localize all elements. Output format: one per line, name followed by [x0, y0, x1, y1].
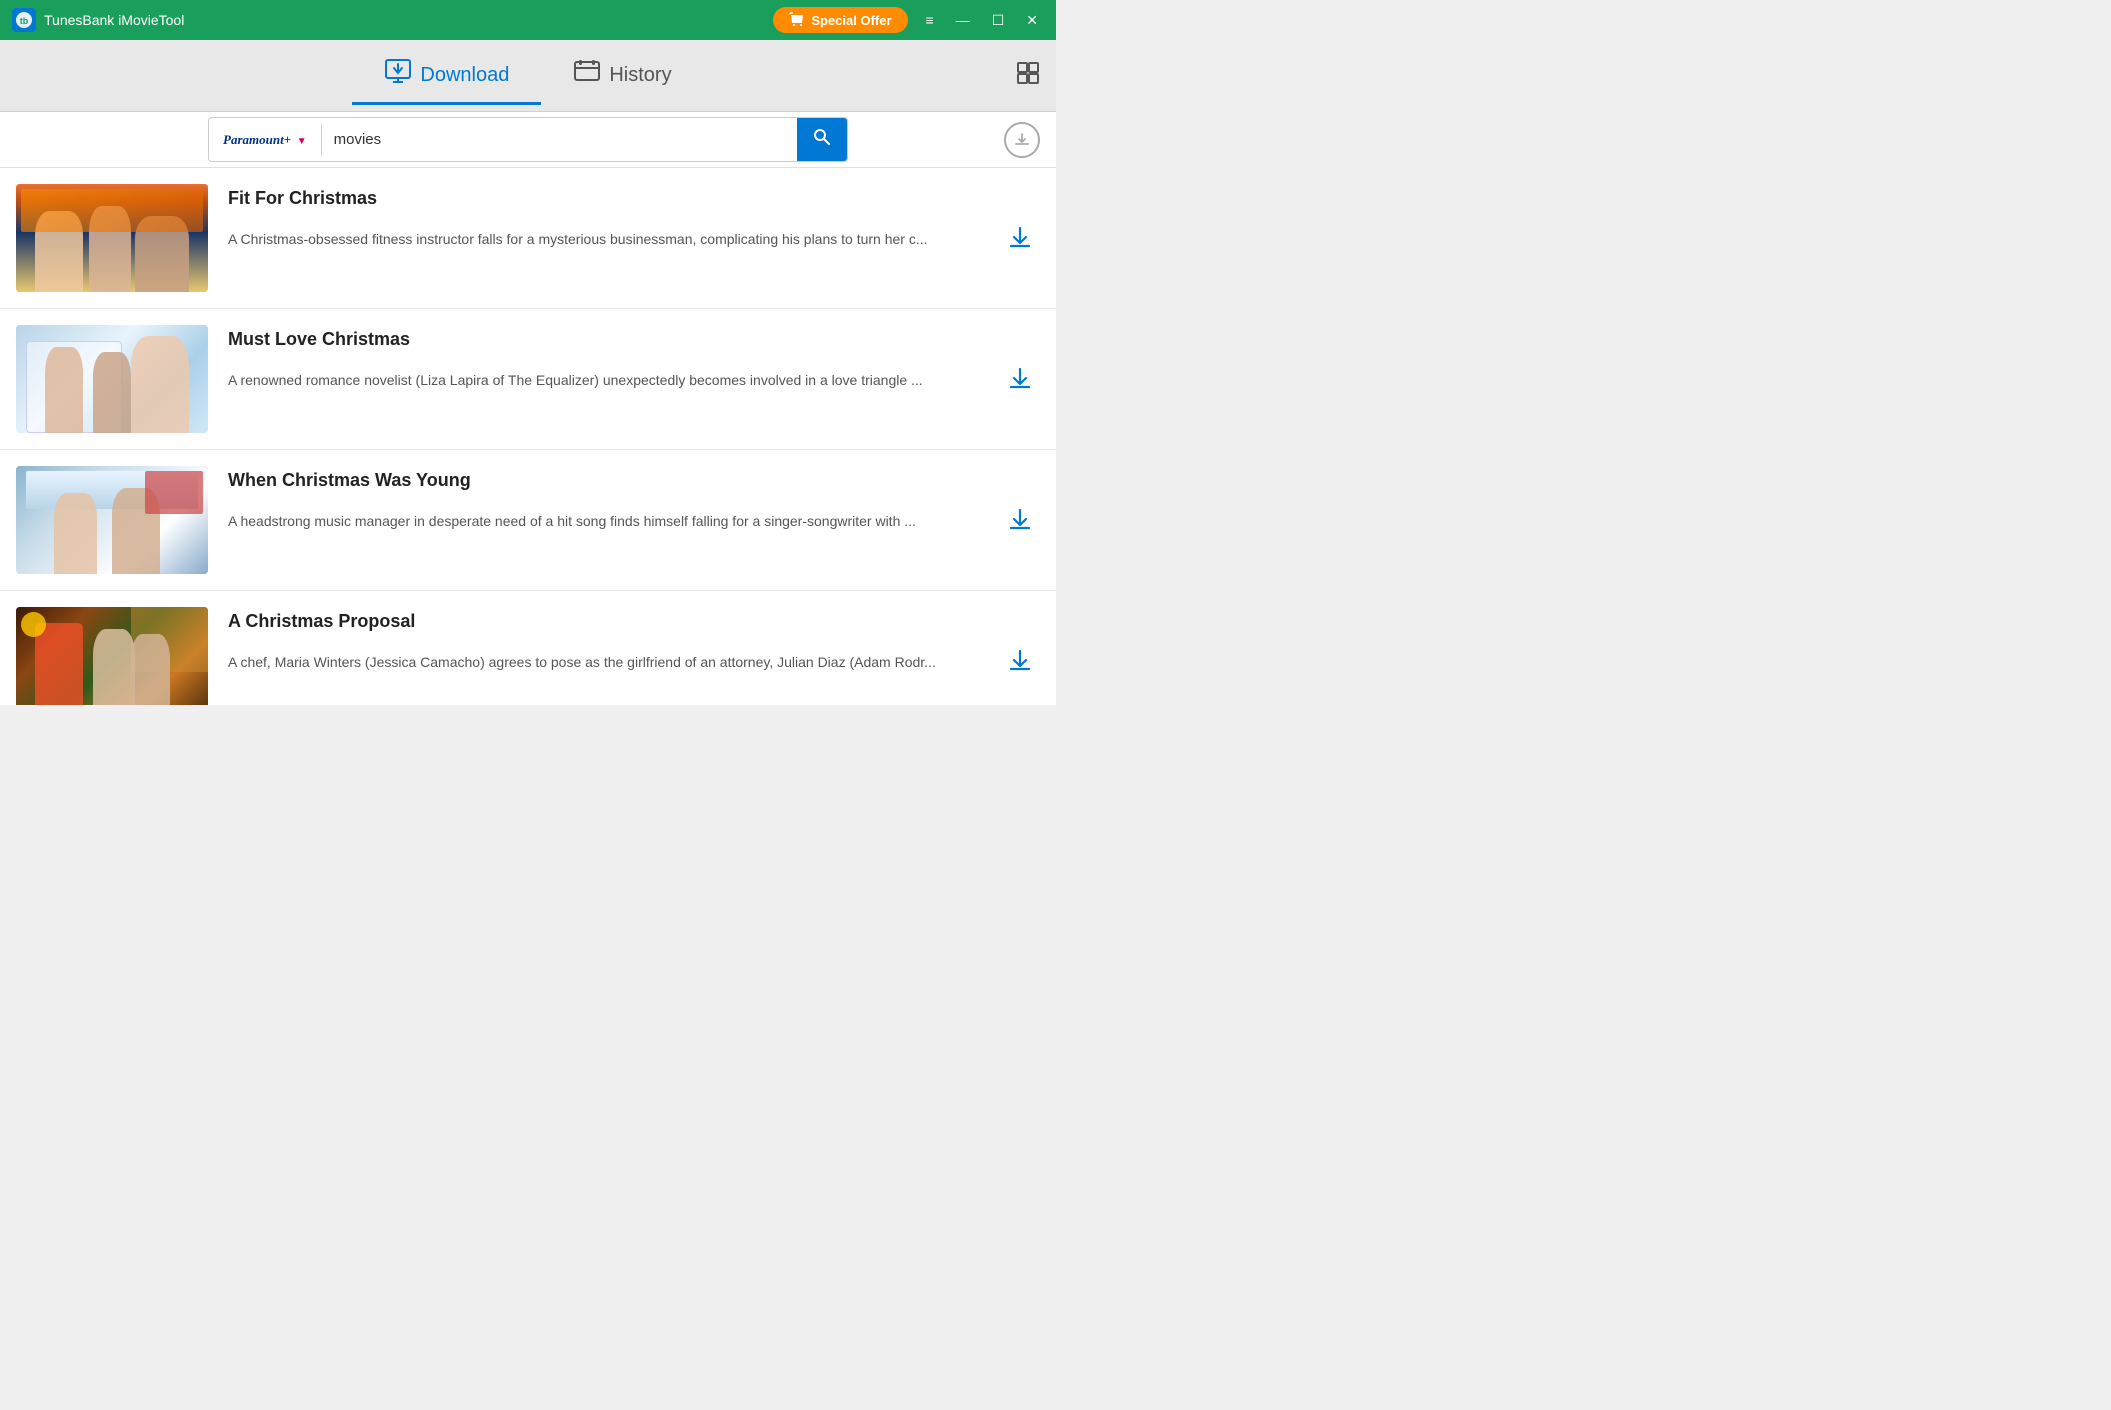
- movie-thumbnail: [16, 466, 208, 574]
- svg-text:tb: tb: [20, 16, 29, 26]
- window-controls: ≡ — ☐ ✕: [920, 10, 1044, 31]
- grid-view-button[interactable]: [1016, 61, 1040, 91]
- minimize-button[interactable]: —: [950, 10, 976, 31]
- download-tab-label: Download: [420, 64, 509, 87]
- search-button[interactable]: [797, 118, 847, 161]
- movie-title: Must Love Christmas: [228, 329, 980, 350]
- platform-selector[interactable]: Paramount+ ▼: [209, 124, 322, 156]
- download-button[interactable]: [1000, 359, 1040, 399]
- tab-history[interactable]: History: [541, 50, 703, 101]
- nav-bar: Download History: [0, 40, 1056, 112]
- movie-description: A renowned romance novelist (Liza Lapira…: [228, 370, 980, 391]
- download-button[interactable]: [1000, 218, 1040, 258]
- movie-item: When Christmas Was Young A headstrong mu…: [0, 450, 1056, 591]
- search-bar: Paramount+ ▼: [0, 112, 1056, 168]
- movie-title: A Christmas Proposal: [228, 611, 980, 632]
- app-title: TunesBank iMovieTool: [44, 12, 773, 28]
- movie-info: A Christmas Proposal A chef, Maria Winte…: [228, 607, 980, 673]
- download-button[interactable]: [1000, 641, 1040, 681]
- movie-description: A Christmas-obsessed fitness instructor …: [228, 229, 980, 250]
- history-tab-icon: [573, 58, 601, 93]
- movie-item: Fit For Christmas A Christmas-obsessed f…: [0, 168, 1056, 309]
- movie-item: A Christmas Proposal A chef, Maria Winte…: [0, 591, 1056, 705]
- movie-info: When Christmas Was Young A headstrong mu…: [228, 466, 980, 532]
- download-button[interactable]: [1000, 500, 1040, 540]
- movie-info: Fit For Christmas A Christmas-obsessed f…: [228, 184, 980, 250]
- download-tab-icon: [384, 58, 412, 93]
- special-offer-button[interactable]: Special Offer: [773, 7, 907, 33]
- movie-thumbnail: [16, 325, 208, 433]
- search-container: Paramount+ ▼: [208, 117, 848, 162]
- movie-description: A headstrong music manager in desperate …: [228, 511, 980, 532]
- download-queue-button[interactable]: [1004, 122, 1040, 158]
- movie-info: Must Love Christmas A renowned romance n…: [228, 325, 980, 391]
- close-button[interactable]: ✕: [1020, 10, 1044, 31]
- platform-dropdown-icon: ▼: [297, 136, 307, 147]
- movie-title: Fit For Christmas: [228, 188, 980, 209]
- movie-thumbnail: [16, 607, 208, 705]
- movie-item: Must Love Christmas A renowned romance n…: [0, 309, 1056, 450]
- history-tab-label: History: [609, 64, 671, 87]
- movie-description: A chef, Maria Winters (Jessica Camacho) …: [228, 652, 980, 673]
- movie-title: When Christmas Was Young: [228, 470, 980, 491]
- nav-tabs: Download History: [352, 50, 703, 101]
- title-bar: tb TunesBank iMovieTool Special Offer ≡ …: [0, 0, 1056, 40]
- movie-thumbnail: [16, 184, 208, 292]
- tab-download[interactable]: Download: [352, 50, 541, 101]
- maximize-button[interactable]: ☐: [986, 10, 1011, 31]
- menu-button[interactable]: ≡: [920, 10, 940, 31]
- content-area: Fit For Christmas A Christmas-obsessed f…: [0, 168, 1056, 705]
- search-input[interactable]: [322, 123, 797, 156]
- app-logo: tb: [12, 8, 36, 32]
